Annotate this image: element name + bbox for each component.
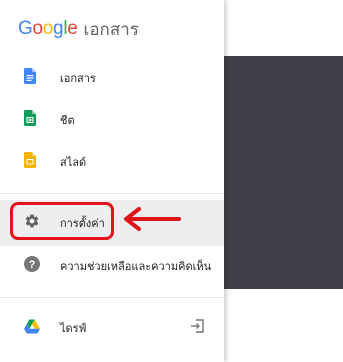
divider [0, 193, 224, 194]
docs-icon [24, 68, 36, 88]
nav-label-slides: สไลด์ [60, 156, 87, 169]
annotation-arrow-icon [122, 206, 182, 236]
logo-letter: e [67, 18, 78, 39]
nav-label-sheets: ชีต [60, 114, 75, 127]
open-in-new-icon[interactable] [190, 318, 204, 337]
annotation-highlight-box [10, 202, 114, 240]
logo-letter: o [42, 18, 54, 39]
logo-letter: G [18, 18, 33, 39]
navigation-drawer: Google เอกสาร เอกสาร ชีต สไลด์ การตั้งค่… [0, 0, 224, 362]
nav-label-docs: เอกสาร [60, 72, 96, 85]
drive-icon [24, 319, 40, 338]
nav-item-docs[interactable]: เอกสาร [0, 56, 224, 100]
sheets-icon [24, 110, 36, 130]
product-name: เอกสาร [83, 19, 139, 40]
app-logo: Google เอกสาร [18, 14, 139, 44]
logo-letter: o [32, 18, 43, 39]
nav-label-help: ความช่วยเหลือและความคิดเห็น [60, 260, 212, 273]
nav-label-drive: ไดรฟ์ [60, 322, 87, 335]
slides-icon [24, 152, 36, 172]
google-logo: Google [18, 18, 78, 40]
help-icon: ? [24, 256, 40, 276]
nav-item-help[interactable]: ? ความช่วยเหลือและความคิดเห็น [0, 244, 224, 288]
document-area [224, 56, 343, 289]
divider [0, 297, 224, 298]
nav-item-slides[interactable]: สไลด์ [0, 140, 224, 184]
svg-text:?: ? [29, 259, 36, 271]
nav-item-sheets[interactable]: ชีต [0, 98, 224, 142]
logo-letter: g [53, 18, 64, 39]
